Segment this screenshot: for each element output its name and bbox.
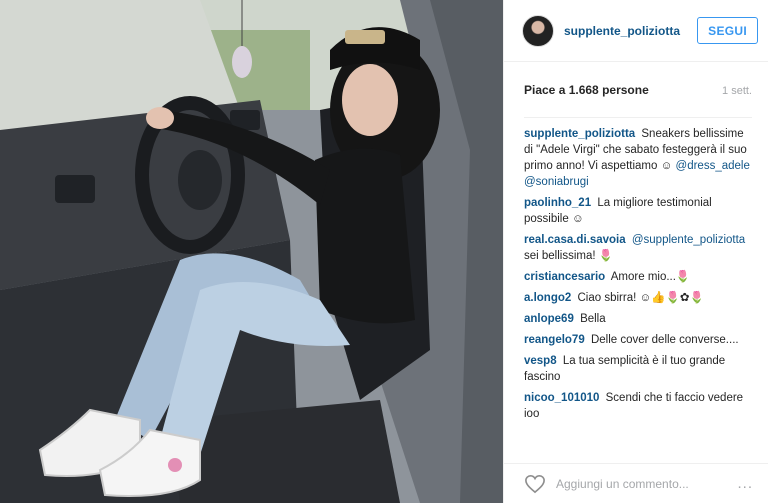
comment-author[interactable]: cristiancesario: [524, 271, 605, 283]
comment-author[interactable]: paolinho_21: [524, 197, 591, 209]
photo-illustration: [0, 0, 503, 503]
comment-author[interactable]: real.casa.di.savoia: [524, 234, 626, 246]
mention-link[interactable]: @dress_adele: [676, 160, 750, 172]
comment-item: real.casa.di.savoia @supplente_poliziott…: [524, 232, 752, 264]
ellipsis-icon[interactable]: ...: [737, 475, 753, 492]
comment-author[interactable]: supplente_poliziotta: [524, 128, 635, 140]
comment-item: anlope69 Bella: [524, 311, 752, 327]
post-header: supplente_poliziotta SEGUI: [504, 0, 768, 62]
post-sidebar: supplente_poliziotta SEGUI Piace a 1.668…: [503, 0, 768, 503]
comment-text: Ciao sbirra! ☺👍🌷✿🌷: [577, 292, 704, 304]
comment-item: paolinho_21 La migliore testimonial poss…: [524, 195, 752, 227]
comment-text: Bella: [580, 313, 606, 325]
comment-item: a.longo2 Ciao sbirra! ☺👍🌷✿🌷: [524, 290, 752, 306]
heart-outline-icon[interactable]: [524, 474, 546, 494]
comment-text: Amore mio...🌷: [610, 271, 691, 283]
comments-list: supplente_poliziotta Sneakers bellissime…: [524, 117, 752, 422]
comment-author[interactable]: vesp8: [524, 355, 557, 367]
comment-author[interactable]: a.longo2: [524, 292, 571, 304]
comment-footer: ...: [504, 463, 768, 503]
comment-input[interactable]: [556, 476, 738, 491]
comment-item: nicoo_101010 Scendi che ti faccio vedere…: [524, 390, 752, 422]
comment-author[interactable]: anlope69: [524, 313, 574, 325]
comment-text: sei bellissima! 🌷: [524, 250, 614, 262]
post-time[interactable]: 1 sett.: [722, 85, 752, 97]
caption: supplente_poliziotta Sneakers bellissime…: [524, 126, 752, 190]
comment-item: cristiancesario Amore mio...🌷: [524, 269, 752, 285]
avatar[interactable]: [522, 14, 554, 47]
mention-link[interactable]: @supplente_poliziotta: [632, 234, 745, 246]
comment-author[interactable]: reangelo79: [524, 334, 585, 346]
comment-author[interactable]: nicoo_101010: [524, 392, 599, 404]
comment-item: vesp8 La tua semplicità è il tuo grande …: [524, 353, 752, 385]
likes-count[interactable]: Piace a 1.668 persone: [524, 83, 649, 97]
post-username[interactable]: supplente_poliziotta: [564, 24, 697, 38]
comment-text: Delle cover delle converse....: [590, 334, 739, 346]
mention-link[interactable]: @soniabrugi: [524, 176, 589, 188]
follow-button[interactable]: SEGUI: [697, 17, 758, 44]
likes-row: Piace a 1.668 persone 1 sett.: [504, 62, 768, 117]
comment-item: reangelo79 Delle cover delle converse...…: [524, 332, 752, 348]
post-photo[interactable]: [0, 0, 503, 503]
